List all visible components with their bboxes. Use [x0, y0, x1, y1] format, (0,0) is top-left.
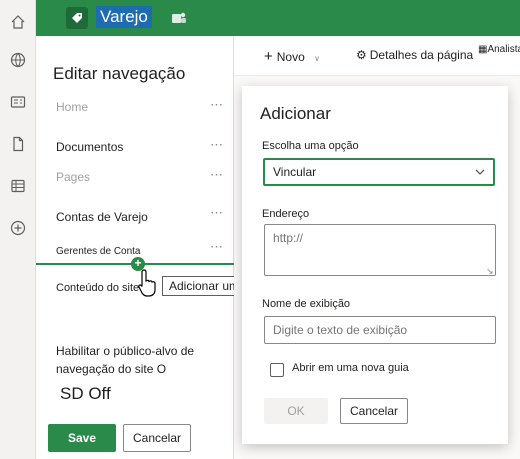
file-icon[interactable] — [10, 136, 26, 152]
audience-toggle[interactable]: SD Off — [60, 384, 111, 404]
address-field[interactable] — [264, 224, 496, 276]
address-label: Endereço — [262, 208, 310, 220]
list-icon[interactable] — [10, 178, 26, 194]
chevron-down-icon — [475, 169, 485, 175]
new-tab-label: Abrir em uma nova guia — [292, 362, 409, 374]
nav-item-account-managers[interactable]: Gerentes de Conta — [56, 246, 141, 257]
audience-targeting-label: Habilitar o público-alvo de navegação do… — [56, 344, 195, 376]
add-link-dialog: Adicionar Escolha uma opção Vincular End… — [242, 86, 508, 444]
new-button[interactable]: + Novo ∨ — [264, 48, 320, 65]
more-options-icon[interactable]: ⋯ — [210, 205, 224, 221]
more-options-icon[interactable]: ⋯ — [210, 239, 224, 255]
add-icon[interactable] — [10, 220, 26, 236]
page-details-label: Detalhes da página — [369, 48, 474, 62]
more-options-icon[interactable]: ⋯ — [210, 97, 224, 113]
more-options-icon[interactable]: ⋯ — [210, 137, 224, 153]
nav-item-site-contents[interactable]: Conteúdo do site — [56, 282, 139, 294]
link-type-select[interactable]: Vincular — [263, 158, 495, 186]
display-name-label: Nome de exibição — [262, 298, 351, 310]
dialog-cancel-button[interactable]: Cancelar — [340, 398, 408, 424]
site-logo[interactable] — [66, 7, 88, 29]
gear-icon: ⚙ — [356, 48, 367, 62]
nav-item-home[interactable]: Home — [56, 100, 88, 114]
display-name-field[interactable] — [264, 316, 496, 344]
site-name[interactable]: Varejo — [96, 6, 152, 28]
more-options-icon[interactable]: ⋯ — [210, 167, 224, 183]
ok-button[interactable]: OK — [264, 398, 328, 424]
nav-item-pages[interactable]: Pages — [56, 170, 90, 184]
choose-option-label: Escolha uma opção — [262, 140, 359, 152]
nav-item-documents[interactable]: Documentos — [56, 140, 123, 154]
save-button[interactable]: Save — [48, 424, 116, 452]
app-rail — [0, 0, 36, 459]
news-icon[interactable] — [10, 94, 26, 110]
cancel-button[interactable]: Cancelar — [123, 424, 191, 452]
command-bar: + Novo ∨ ⚙ Detalhes da página ▦Analista — [234, 36, 520, 76]
teams-icon[interactable] — [170, 9, 188, 27]
panel-title: Editar navegação — [53, 64, 186, 83]
hand-cursor-icon — [137, 268, 159, 298]
nav-item-retail-accounts[interactable]: Contas de Varejo — [56, 210, 148, 224]
link-type-value: Vincular — [273, 165, 317, 179]
analytics-label: Analista — [487, 44, 520, 55]
plus-icon: + — [264, 48, 273, 65]
page-details-button[interactable]: ⚙ Detalhes da página — [356, 48, 473, 62]
tag-icon — [72, 13, 82, 23]
analytics-button[interactable]: ▦Analista — [478, 44, 520, 55]
new-label: Novo — [276, 50, 305, 64]
new-tab-checkbox[interactable] — [270, 363, 284, 377]
home-icon[interactable] — [10, 14, 26, 30]
dialog-title: Adicionar — [260, 104, 331, 123]
chevron-down-icon: ∨ — [314, 54, 320, 63]
site-header: Varejo — [36, 0, 520, 36]
resize-grip-icon[interactable]: ↘ — [486, 266, 494, 277]
globe-icon[interactable] — [10, 52, 26, 68]
